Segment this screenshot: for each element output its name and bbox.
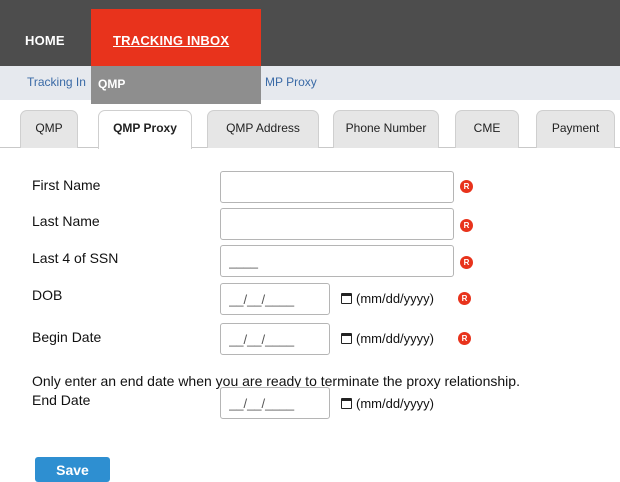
dropdown-item-qmp[interactable]: QMP (98, 77, 125, 91)
calendar-icon[interactable] (341, 398, 352, 409)
tab-payment[interactable]: Payment (536, 110, 615, 148)
required-icon: R (460, 180, 473, 193)
nav-tracking-inbox-tab[interactable]: TRACKING INBOX (91, 9, 261, 66)
ssn-label: Last 4 of SSN (32, 250, 119, 266)
tab-qmp[interactable]: QMP (20, 110, 78, 148)
tab-cme[interactable]: CME (455, 110, 519, 148)
required-icon: R (458, 332, 471, 345)
dob-format-hint: (mm/dd/yyyy) (356, 291, 434, 306)
calendar-icon[interactable] (341, 293, 352, 304)
tab-phone-number[interactable]: Phone Number (333, 110, 439, 148)
end-date-format-hint: (mm/dd/yyyy) (356, 396, 434, 411)
ssn-input[interactable] (220, 245, 454, 277)
required-icon: R (458, 292, 471, 305)
calendar-icon[interactable] (341, 333, 352, 344)
nav-tracking-inbox-label[interactable]: TRACKING INBOX (113, 33, 229, 48)
dob-label: DOB (32, 287, 63, 303)
save-button[interactable]: Save (35, 457, 110, 482)
end-date-label: End Date (32, 392, 91, 408)
tracking-dropdown-menu: QMP (91, 66, 261, 104)
last-name-input[interactable] (220, 208, 454, 240)
required-icon: R (460, 219, 473, 232)
breadcrumb-link-tracking[interactable]: Tracking In (27, 75, 91, 89)
first-name-label: First Name (32, 177, 101, 193)
last-name-label: Last Name (32, 213, 100, 229)
breadcrumb-current: MP Proxy (265, 75, 317, 89)
first-name-input[interactable] (220, 171, 454, 203)
required-icon: R (460, 256, 473, 269)
nav-home-link[interactable]: HOME (25, 33, 65, 48)
begin-date-label: Begin Date (32, 329, 102, 345)
dob-input[interactable] (220, 283, 330, 315)
tab-qmp-address[interactable]: QMP Address (207, 110, 319, 148)
begin-date-format-hint: (mm/dd/yyyy) (356, 331, 434, 346)
tab-qmp-proxy[interactable]: QMP Proxy (98, 110, 192, 149)
begin-date-input[interactable] (220, 323, 330, 355)
end-date-input[interactable] (220, 387, 330, 419)
